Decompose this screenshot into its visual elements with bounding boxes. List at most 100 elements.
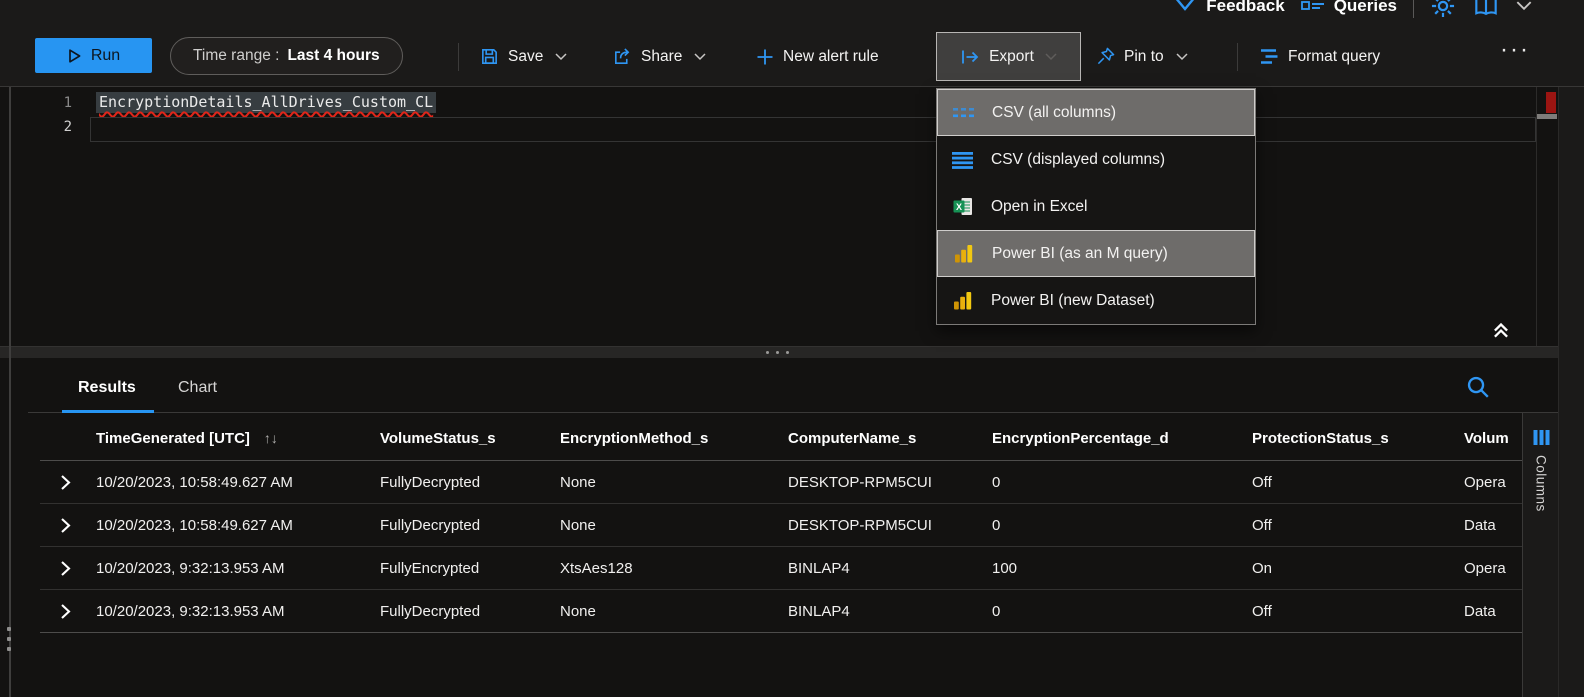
column-header-label: EncryptionMethod_s bbox=[560, 430, 708, 447]
table-cell: FullyDecrypted bbox=[380, 474, 560, 491]
table-cell: XtsAes128 bbox=[560, 560, 788, 577]
query-text-line[interactable]: EncryptionDetails_AllDrives_Custom_CL bbox=[96, 93, 436, 111]
column-header-label: Volum bbox=[1464, 430, 1509, 447]
table-row[interactable]: 10/20/2023, 9:32:13.953 AMFullyDecrypted… bbox=[40, 590, 1524, 633]
column-header[interactable]: EncryptionPercentage_d bbox=[992, 430, 1252, 447]
query-editor[interactable]: 1 2 EncryptionDetails_AllDrives_Custom_C… bbox=[0, 86, 1584, 346]
new-alert-rule-button[interactable]: New alert rule bbox=[756, 27, 879, 86]
docs-book-icon[interactable] bbox=[1472, 0, 1500, 18]
table-cell: 100 bbox=[992, 560, 1252, 577]
settings-gear-icon[interactable] bbox=[1430, 0, 1456, 19]
pin-to-button[interactable]: Pin to bbox=[1096, 27, 1188, 86]
queries-button[interactable]: Queries bbox=[1301, 0, 1397, 16]
export-dropdown-menu: CSV (all columns) CSV (displayed columns)… bbox=[936, 88, 1256, 325]
table-row[interactable]: 10/20/2023, 10:58:49.627 AMFullyDecrypte… bbox=[40, 504, 1524, 547]
table-cell: Off bbox=[1252, 474, 1464, 491]
row-expander[interactable] bbox=[40, 547, 96, 589]
chevron-down-icon bbox=[694, 53, 706, 61]
table-cell: FullyDecrypted bbox=[380, 603, 560, 620]
table-cell: FullyEncrypted bbox=[380, 560, 560, 577]
editor-scrollbar-thumb[interactable] bbox=[1537, 114, 1557, 119]
results-panel: Results Chart TimeGenerated [UTC] ↑↓ Volum… bbox=[0, 358, 1584, 697]
menu-item-label: CSV (displayed columns) bbox=[991, 151, 1165, 169]
right-scrollbar-strip[interactable] bbox=[1558, 86, 1584, 697]
column-header[interactable]: EncryptionMethod_s bbox=[560, 430, 788, 447]
tab-results[interactable]: Results bbox=[72, 378, 142, 398]
active-tab-underline bbox=[62, 410, 154, 413]
queries-label: Queries bbox=[1334, 0, 1397, 16]
feedback-button[interactable]: Feedback bbox=[1173, 0, 1284, 16]
table-cell: 10/20/2023, 10:58:49.627 AM bbox=[96, 474, 380, 491]
table-cell: Data bbox=[1464, 603, 1524, 620]
play-icon bbox=[67, 48, 82, 64]
tab-chart[interactable]: Chart bbox=[172, 378, 223, 398]
export-menu-item[interactable]: CSV (displayed columns) bbox=[937, 136, 1255, 183]
column-header[interactable]: TimeGenerated [UTC] ↑↓ bbox=[96, 430, 380, 447]
column-header-label: TimeGenerated [UTC] bbox=[96, 430, 250, 447]
current-line-highlight bbox=[90, 117, 1536, 142]
table-cell: Data bbox=[1464, 517, 1524, 534]
column-header[interactable]: VolumeStatus_s bbox=[380, 430, 560, 447]
left-pane-splitter[interactable] bbox=[9, 27, 11, 697]
line-number: 2 bbox=[50, 119, 72, 135]
double-chevron-up-icon bbox=[1490, 319, 1514, 341]
left-splitter-handle-dots bbox=[7, 627, 11, 651]
time-range-picker[interactable]: Time range : Last 4 hours bbox=[170, 37, 403, 75]
powerbi-icon bbox=[952, 291, 974, 311]
plus-icon bbox=[756, 48, 774, 66]
column-header[interactable]: ComputerName_s bbox=[788, 430, 992, 447]
row-expander[interactable] bbox=[40, 590, 96, 632]
time-range-label: Time range : bbox=[193, 47, 279, 65]
run-button[interactable]: Run bbox=[35, 38, 152, 73]
chevron-down-icon[interactable] bbox=[1516, 1, 1532, 11]
column-header-label: VolumeStatus_s bbox=[380, 430, 496, 447]
save-button[interactable]: Save bbox=[480, 27, 567, 86]
column-header-label: ProtectionStatus_s bbox=[1252, 430, 1389, 447]
column-header[interactable]: Volum bbox=[1464, 430, 1524, 447]
editor-right-border bbox=[1536, 86, 1537, 346]
run-label: Run bbox=[91, 47, 120, 65]
results-table: TimeGenerated [UTC] ↑↓ VolumeStatus_s Encry… bbox=[40, 416, 1524, 633]
search-results-button[interactable] bbox=[1464, 372, 1494, 402]
column-header[interactable]: ProtectionStatus_s bbox=[1252, 430, 1464, 447]
table-cell: 0 bbox=[992, 603, 1252, 620]
export-button[interactable]: Export bbox=[936, 32, 1081, 81]
more-options-button[interactable]: ··· bbox=[1494, 35, 1536, 65]
columns-pane-label: Columns bbox=[1534, 455, 1549, 512]
chevron-down-icon bbox=[1045, 53, 1057, 61]
table-row[interactable]: 10/20/2023, 10:58:49.627 AMFullyDecrypte… bbox=[40, 461, 1524, 504]
columns-toggle-button[interactable] bbox=[1532, 429, 1551, 446]
chevron-down-icon bbox=[555, 53, 567, 61]
app-top-bar: Feedback Queries bbox=[0, 0, 1584, 28]
table-row[interactable]: 10/20/2023, 9:32:13.953 AMFullyEncrypted… bbox=[40, 547, 1524, 590]
table-cell: Off bbox=[1252, 603, 1464, 620]
format-query-button[interactable]: Format query bbox=[1258, 27, 1380, 86]
column-header-label: EncryptionPercentage_d bbox=[992, 430, 1169, 447]
table-cell: BINLAP4 bbox=[788, 560, 992, 577]
row-expander[interactable] bbox=[40, 504, 96, 546]
share-button[interactable]: Share bbox=[612, 27, 706, 86]
export-menu-item[interactable]: Power BI (as an M query) bbox=[937, 230, 1255, 277]
collapse-editor-button[interactable] bbox=[1490, 318, 1514, 342]
chevron-right-icon bbox=[60, 517, 71, 534]
feedback-label: Feedback bbox=[1206, 0, 1284, 16]
csv-solid-icon bbox=[952, 150, 974, 170]
export-menu-item[interactable]: XOpen in Excel bbox=[937, 183, 1255, 230]
new-alert-rule-label: New alert rule bbox=[783, 48, 879, 66]
menu-item-label: Power BI (as an M query) bbox=[992, 245, 1168, 263]
topbar-divider bbox=[1413, 0, 1414, 18]
sort-icon[interactable]: ↑↓ bbox=[264, 430, 278, 446]
share-label: Share bbox=[641, 48, 682, 66]
export-menu-item[interactable]: CSV (all columns) bbox=[937, 89, 1255, 136]
row-expander[interactable] bbox=[40, 461, 96, 503]
query-toolbar: Run Time range : Last 4 hours Save Share… bbox=[0, 27, 1584, 87]
columns-side-pane: Columns bbox=[1522, 413, 1559, 697]
export-menu-item[interactable]: Power BI (new Dataset) bbox=[937, 277, 1255, 324]
query-token: EncryptionDetails_AllDrives_Custom_CL bbox=[96, 92, 436, 113]
table-cell: None bbox=[560, 517, 788, 534]
overview-ruler-error-marker bbox=[1546, 92, 1556, 113]
export-label: Export bbox=[989, 48, 1034, 66]
table-cell: Opera bbox=[1464, 474, 1524, 491]
save-label: Save bbox=[508, 48, 543, 66]
share-icon bbox=[612, 47, 632, 66]
